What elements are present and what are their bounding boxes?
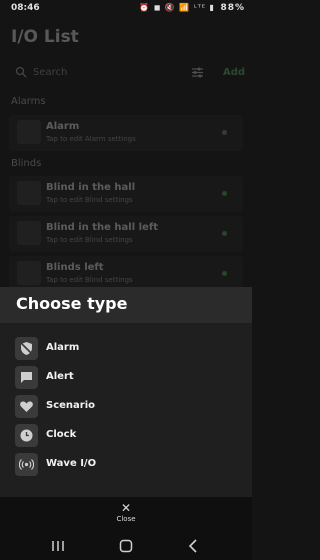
system-nav-bar bbox=[0, 536, 252, 556]
blind-icon bbox=[17, 221, 41, 245]
section-header-alarms: Alarms bbox=[11, 96, 46, 107]
close-label: Close bbox=[116, 515, 136, 523]
status-dot bbox=[222, 191, 227, 196]
item-subtitle: Tap to edit Blind settings bbox=[46, 276, 133, 284]
blind-icon bbox=[17, 261, 41, 285]
recent-apps-icon[interactable] bbox=[48, 538, 68, 554]
home-icon[interactable] bbox=[116, 538, 136, 554]
item-name: Blinds left bbox=[46, 262, 104, 273]
option-alert[interactable]: Alert bbox=[15, 366, 235, 390]
option-wave-io[interactable]: Wave I/O bbox=[15, 453, 235, 477]
close-icon: ✕ bbox=[120, 501, 132, 515]
section-header-blinds: Blinds bbox=[11, 158, 42, 169]
option-clock[interactable]: Clock bbox=[15, 424, 235, 448]
item-name: Blind in the hall bbox=[46, 182, 136, 193]
back-icon[interactable] bbox=[184, 538, 204, 554]
status-icons: ⏰ ◼ 🔇 📶 ᴸᵀᴱ ▮ 88% bbox=[139, 3, 245, 13]
choose-type-sheet: Choose type Alarm Alert Scenario Clock W… bbox=[0, 287, 252, 497]
clock-icon bbox=[15, 424, 38, 447]
option-label: Alarm bbox=[46, 342, 80, 353]
item-subtitle: Tap to edit Alarm settings bbox=[46, 135, 136, 143]
option-label: Alert bbox=[46, 371, 74, 382]
blind-icon bbox=[17, 181, 41, 205]
list-item[interactable]: Blind in the hall Tap to edit Blind sett… bbox=[9, 176, 243, 212]
status-dot bbox=[222, 231, 227, 236]
option-label: Wave I/O bbox=[46, 458, 97, 469]
battery-level: 88% bbox=[220, 3, 245, 13]
option-label: Scenario bbox=[46, 400, 96, 411]
sheet-title: Choose type bbox=[16, 294, 128, 313]
chat-bubble-icon bbox=[15, 366, 38, 389]
option-alarm[interactable]: Alarm bbox=[15, 337, 235, 361]
option-scenario[interactable]: Scenario bbox=[15, 395, 235, 419]
search-input[interactable]: Search bbox=[33, 67, 67, 78]
item-name: Alarm bbox=[46, 121, 80, 132]
sheet-header: Choose type bbox=[0, 287, 252, 323]
status-bar: 08:46 ⏰ ◼ 🔇 📶 ᴸᵀᴱ ▮ 88% bbox=[0, 0, 252, 18]
search-row: Search Add bbox=[11, 62, 247, 84]
list-item[interactable]: Alarm Tap to edit Alarm settings bbox=[9, 115, 243, 151]
search-icon bbox=[15, 66, 27, 78]
item-subtitle: Tap to edit Blind settings bbox=[46, 196, 133, 204]
shield-off-icon bbox=[15, 337, 38, 360]
page-title: I/O List bbox=[11, 27, 79, 47]
heart-icon bbox=[15, 395, 38, 418]
status-icon-row: ⏰ ◼ 🔇 📶 ᴸᵀᴱ ▮ bbox=[139, 3, 215, 12]
shield-icon bbox=[17, 120, 41, 144]
wave-broadcast-icon bbox=[15, 453, 38, 476]
item-subtitle: Tap to edit Blind settings bbox=[46, 236, 133, 244]
status-dot bbox=[222, 271, 227, 276]
option-label: Clock bbox=[46, 429, 77, 440]
item-name: Blind in the hall left bbox=[46, 222, 158, 233]
close-button[interactable]: ✕ Close bbox=[106, 502, 146, 528]
add-button[interactable]: Add bbox=[223, 67, 245, 78]
status-time: 08:46 bbox=[11, 3, 40, 13]
filter-icon[interactable] bbox=[191, 66, 204, 79]
bottom-bar: ✕ Close bbox=[0, 497, 252, 560]
list-item[interactable]: Blind in the hall left Tap to edit Blind… bbox=[9, 216, 243, 252]
status-dot bbox=[222, 130, 227, 135]
